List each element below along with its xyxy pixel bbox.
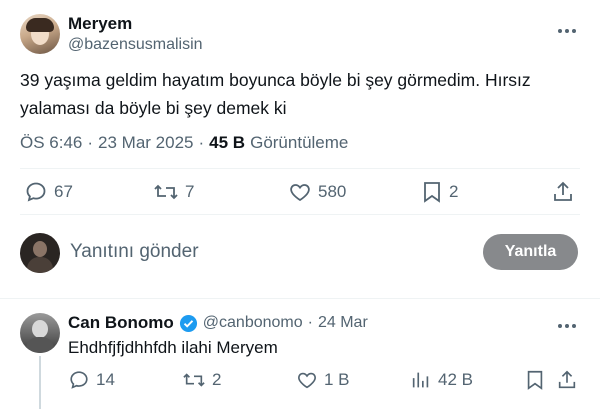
author-avatar[interactable] [20, 14, 60, 54]
divider [20, 168, 580, 169]
bookmark-count: 2 [449, 182, 459, 201]
share-icon[interactable] [551, 180, 575, 204]
reply-like-count: 1 B [324, 370, 350, 389]
like-count: 580 [318, 182, 347, 201]
thread-line [39, 356, 41, 409]
reply-views-count: 42 B [438, 370, 473, 389]
reply-header: Can Bonomo @canbonomo · 24 Mar [68, 313, 368, 333]
retweet-icon [153, 180, 179, 204]
bookmark-action[interactable]: 2 [421, 180, 458, 204]
divider [0, 298, 600, 299]
user-avatar [20, 233, 60, 273]
reply-icon [68, 369, 90, 391]
reply-views-action[interactable]: 42 B [410, 369, 473, 391]
more-icon[interactable] [558, 324, 576, 328]
bookmark-icon [421, 180, 443, 204]
tweet-text: 39 yaşıma geldim hayatım boyunca böyle b… [20, 70, 531, 118]
bookmark-icon[interactable] [524, 369, 546, 391]
reply-author-name[interactable]: Can Bonomo [68, 313, 174, 333]
reply-input[interactable]: Yanıtını gönder [70, 241, 199, 263]
meta-separator: · [87, 133, 94, 152]
retweet-count: 7 [185, 182, 195, 201]
views-chart-icon [410, 369, 432, 391]
reply-retweet-count: 2 [212, 370, 222, 389]
view-count: 45 B [209, 133, 246, 152]
more-icon[interactable] [558, 29, 576, 33]
reply-action[interactable]: 67 [24, 180, 73, 204]
retweet-icon [182, 369, 206, 391]
reply-reply-action[interactable]: 14 [68, 369, 115, 391]
like-icon [296, 369, 318, 391]
tweet-time[interactable]: ÖS 6:46 [20, 133, 82, 153]
reply-like-action[interactable]: 1 B [296, 369, 350, 391]
share-icon[interactable] [556, 369, 578, 391]
reply-reply-count: 14 [96, 370, 115, 389]
meta-separator: · [198, 133, 205, 152]
tweet-date[interactable]: 23 Mar 2025 [98, 133, 193, 153]
reply-icon [24, 180, 48, 204]
retweet-action[interactable]: 7 [153, 180, 194, 204]
tweet-meta: ÖS 6:46 · 23 Mar 2025 · 45 B Görüntüleme [20, 133, 348, 153]
reply-button[interactable]: Yanıtla [483, 234, 578, 270]
reply-author-handle[interactable]: @canbonomo [203, 314, 303, 332]
author-name[interactable]: Meryem [68, 14, 132, 34]
verified-badge-icon [179, 314, 198, 333]
views-label: Görüntüleme [250, 133, 349, 152]
author-handle[interactable]: @bazensusmalisin [68, 36, 203, 54]
like-action[interactable]: 580 [288, 180, 346, 204]
reply-text: Ehdhfjfjdhhfdh ilahi Meryem [68, 338, 278, 357]
meta-separator: · [307, 314, 313, 331]
reply-count: 67 [54, 182, 73, 201]
like-icon [288, 180, 312, 204]
reply-retweet-action[interactable]: 2 [182, 369, 221, 391]
reply-author-avatar[interactable] [20, 313, 60, 353]
divider [20, 214, 580, 215]
reply-date[interactable]: 24 Mar [318, 314, 368, 332]
